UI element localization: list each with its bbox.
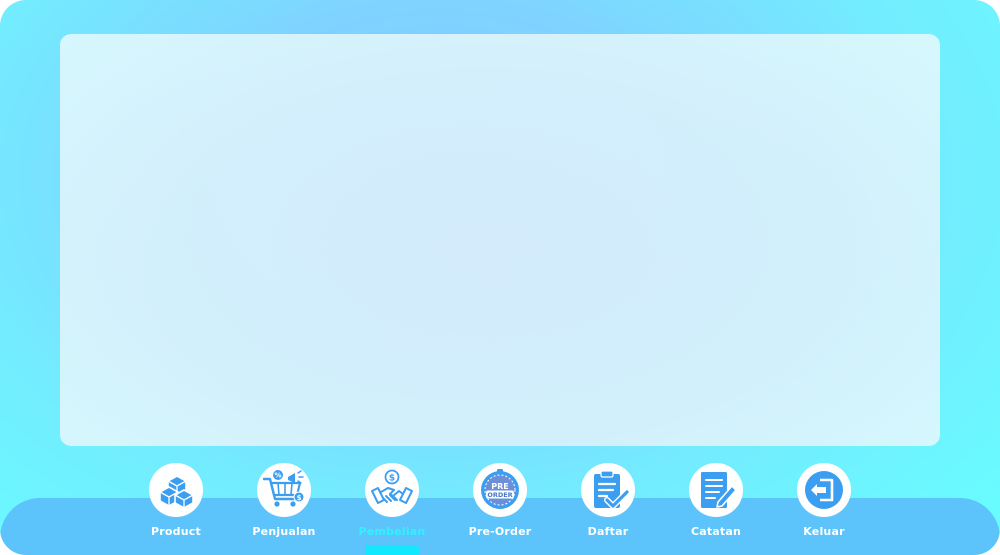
svg-text:PRE: PRE [491,482,509,491]
nav-icon-circle: % $ [257,463,311,517]
nav-item-keluar[interactable]: Keluar [774,463,874,553]
nav-icon-circle: $ [365,463,419,517]
nav-label: Penjualan [252,525,316,538]
nav-item-product[interactable]: Product [126,463,226,553]
nav-item-pre-order[interactable]: PRE ORDER Pre-Order [450,463,550,553]
nav-label: Daftar [587,525,629,538]
svg-text:$: $ [389,474,395,484]
nav-item-pembelian[interactable]: $ Pembelian [342,463,442,553]
nav-icon-circle [797,463,851,517]
svg-text:ORDER: ORDER [487,491,512,499]
svg-text:$: $ [297,494,302,502]
svg-text:%: % [274,472,281,480]
nav-label: Pre-Order [468,525,532,538]
nav-item-daftar[interactable]: Daftar [558,463,658,553]
bottom-nav: Product % $ Penjualan $ Pembelian PRE OR… [0,0,1000,555]
nav-icon-circle [149,463,203,517]
handshake-dollar-icon: $ [371,469,413,504]
nav-icon-circle: PRE ORDER [473,463,527,517]
nav-item-penjualan[interactable]: % $ Penjualan [234,463,334,553]
shopping-cart-icon: % $ [262,470,305,507]
nav-label: Product [151,525,201,538]
nav-item-catatan[interactable]: Catatan [666,463,766,553]
nav-label: Pembelian [358,525,426,538]
nav-label: Keluar [803,525,845,538]
clipboard-check-icon [594,470,630,509]
active-tab-indicator [365,545,419,555]
nav-icon-circle [689,463,743,517]
nav-icon-circle [581,463,635,517]
nav-label: Catatan [690,525,742,538]
notepad-pencil-icon [701,472,737,508]
pre-order-badge-icon: PRE ORDER [481,469,519,509]
app-window: Product % $ Penjualan $ Pembelian PRE OR… [0,0,1000,555]
logout-icon [805,471,843,509]
boxes-icon [159,475,194,509]
